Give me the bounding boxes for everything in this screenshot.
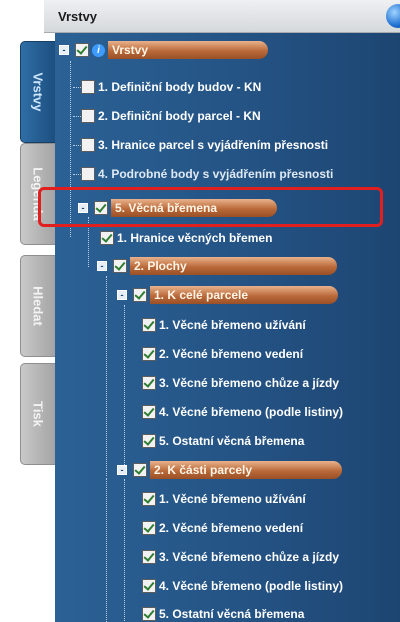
layer-row[interactable]: 3. Hranice parcel s vyjádřením přesnosti [73, 134, 328, 156]
layer-row[interactable]: 5. Ostatní věcná břemena [142, 430, 304, 452]
layer-row[interactable]: 5. Ostatní věcná břemena [142, 603, 304, 622]
layer-row[interactable]: 2. Definiční body parcel - KN [73, 105, 261, 127]
group-label: 2. Plochy [130, 257, 337, 275]
tab-tisk[interactable]: Tisk [20, 363, 55, 465]
layer-row[interactable]: 4. Podrobné body s vyjádřením přesnosti [73, 163, 333, 185]
tab-label-tisk: Tisk [30, 401, 46, 427]
collapse-icon[interactable]: - [59, 45, 69, 55]
layer-row[interactable]: 1. Věcné břemeno užívání [142, 314, 306, 336]
collapse-icon[interactable]: - [117, 290, 127, 300]
layer-tree: - i Vrstvy 1. Definiční body budov - KN … [55, 33, 400, 622]
layer-row[interactable]: 1. Definiční body budov - KN [73, 76, 261, 98]
info-icon: i [92, 43, 105, 57]
tab-hledat[interactable]: Hledat [20, 255, 55, 357]
tree-branch [73, 173, 81, 175]
highlight-box [38, 187, 383, 227]
tab-label-vrstvy: Vrstvy [30, 72, 46, 112]
tree-connector [106, 478, 107, 622]
tree-branch [73, 115, 81, 117]
layer-checkbox[interactable] [142, 521, 156, 535]
layer-label: 3. Věcné břemeno chůze a jízdy [159, 376, 340, 390]
root-label: Vrstvy [108, 41, 269, 59]
layer-row[interactable]: 4. Věcné břemeno (podle listiny) [142, 401, 343, 423]
layer-label: 2. Definiční body parcel - KN [98, 109, 261, 123]
layer-row[interactable]: 3. Věcné břemeno chůze a jízdy [142, 372, 339, 394]
panel-title: Vrstvy [58, 9, 98, 24]
collapse-icon[interactable]: - [97, 261, 107, 271]
layer-label: 5. Ostatní věcná břemena [159, 434, 305, 448]
layer-checkbox[interactable] [81, 109, 95, 123]
layer-label: 3. Věcné břemeno chůze a jízdy [159, 550, 340, 564]
group-row-casti-parcely[interactable]: - 2. K části parcely [117, 459, 343, 481]
root-checkbox[interactable] [75, 43, 89, 57]
layer-checkbox[interactable] [142, 492, 156, 506]
group-checkbox[interactable] [133, 288, 147, 302]
layer-row[interactable]: 2. Věcné břemeno vedení [142, 343, 303, 365]
layer-label: 1. Věcné břemeno užívání [159, 318, 306, 332]
layer-label: 4. Věcné břemeno (podle listiny) [159, 405, 344, 419]
layer-checkbox[interactable] [142, 607, 156, 621]
group-row-cele-parcele[interactable]: - 1. K celé parcele [117, 284, 339, 306]
group-row-plochy[interactable]: - 2. Plochy [97, 255, 337, 277]
layer-label: 2. Věcné břemeno vedení [159, 521, 304, 535]
layer-label: 5. Ostatní věcná břemena [159, 607, 305, 621]
tree-connector [106, 276, 107, 476]
layer-label: 4. Věcné břemeno (podle listiny) [159, 579, 344, 593]
tree-connector [124, 479, 125, 622]
tree-root-row[interactable]: - i Vrstvy [59, 39, 269, 61]
layer-checkbox[interactable] [81, 80, 95, 94]
layer-checkbox[interactable] [142, 347, 156, 361]
layer-checkbox[interactable] [100, 231, 114, 245]
group-checkbox[interactable] [133, 463, 147, 477]
layer-checkbox[interactable] [142, 434, 156, 448]
group-checkbox[interactable] [113, 259, 127, 273]
layer-checkbox[interactable] [142, 579, 156, 593]
layer-label: 2. Věcné břemeno vedení [159, 347, 304, 361]
layer-label: 1. Věcné břemeno užívání [159, 492, 306, 506]
tree-connector [124, 305, 125, 465]
layer-label: 1. Definiční body budov - KN [98, 80, 262, 94]
group-label: 1. K celé parcele [150, 286, 339, 304]
layer-label: 3. Hranice parcel s vyjádřením přesnosti [98, 138, 329, 152]
layer-label: 1. Hranice věcných břemen [117, 231, 273, 245]
tab-vrstvy[interactable]: Vrstvy [20, 41, 55, 143]
tree-branch [73, 86, 81, 88]
tab-strip: Vrstvy Legenda Hledat Tisk [0, 33, 55, 622]
layer-label: 4. Podrobné body s vyjádřením přesnosti [98, 167, 334, 181]
layer-row[interactable]: 3. Věcné břemeno chůze a jízdy [142, 546, 339, 568]
layer-checkbox[interactable] [81, 167, 95, 181]
layer-checkbox[interactable] [81, 138, 95, 152]
tab-label-hledat: Hledat [30, 286, 46, 326]
collapse-icon[interactable]: - [117, 465, 127, 475]
layer-row[interactable]: 1. Věcné břemeno užívání [142, 488, 306, 510]
layer-checkbox[interactable] [142, 376, 156, 390]
layer-checkbox[interactable] [142, 405, 156, 419]
tree-branch [73, 144, 81, 146]
layer-row[interactable]: 1. Hranice věcných břemen [100, 227, 272, 249]
panel-header: Vrstvy [44, 0, 400, 33]
layer-row[interactable]: 2. Věcné břemeno vedení [142, 517, 303, 539]
group-label: 2. K části parcely [150, 461, 343, 479]
layer-checkbox[interactable] [142, 550, 156, 564]
globe-icon[interactable] [386, 4, 400, 28]
layer-row[interactable]: 4. Věcné břemeno (podle listiny) [142, 575, 343, 597]
layer-checkbox[interactable] [142, 318, 156, 332]
